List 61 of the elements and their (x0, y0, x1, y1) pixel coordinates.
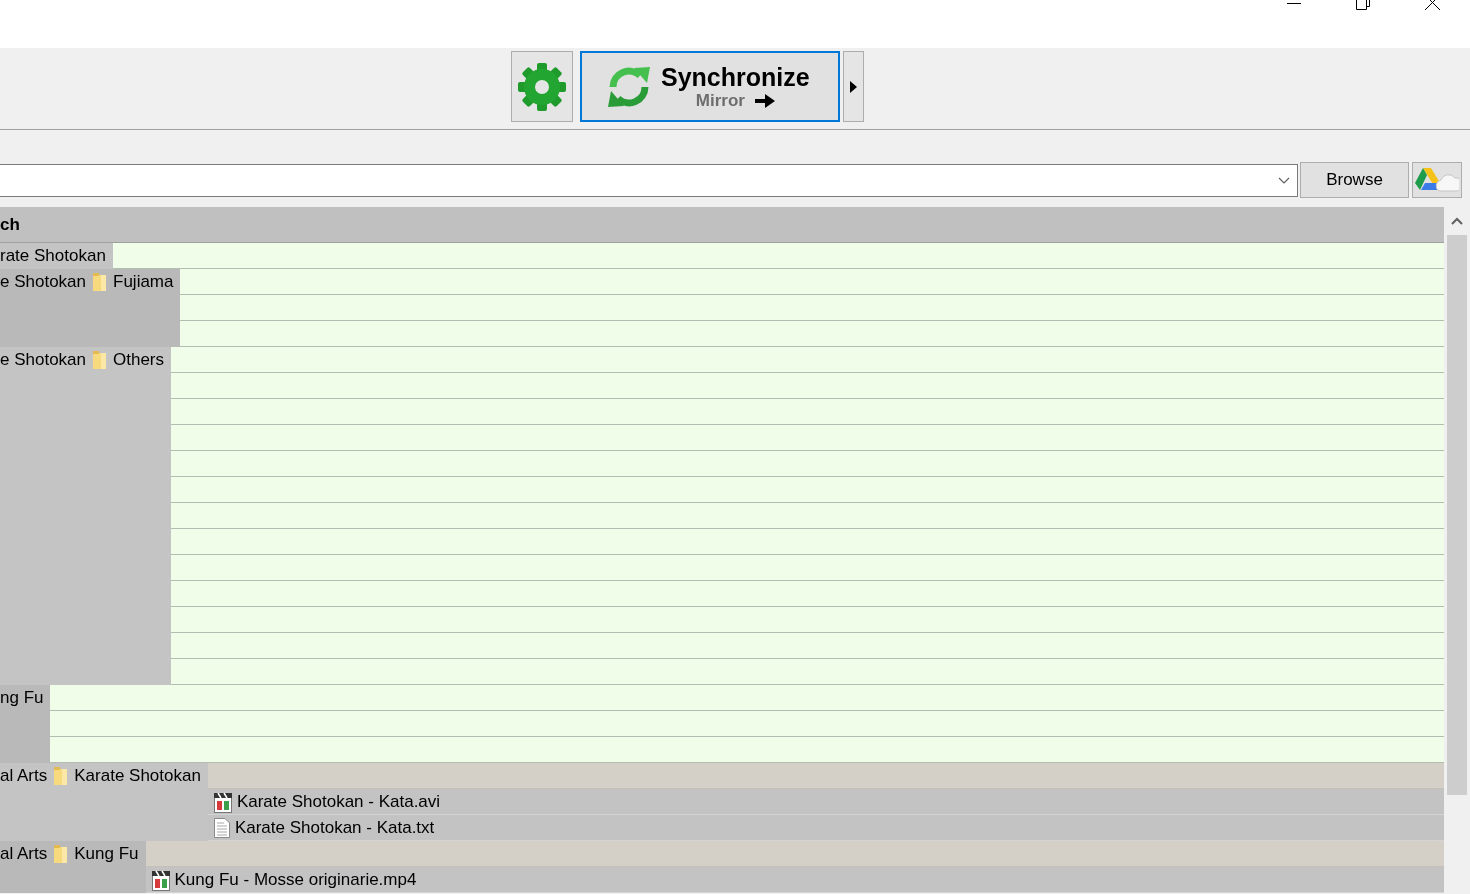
path-text: ng Fu (0, 687, 44, 710)
path-text: Kung Fu (74, 843, 139, 866)
file-row[interactable]: Karate Shotokan - Kata.avi (207, 789, 1444, 815)
options-button[interactable] (843, 51, 864, 122)
file-name: Karate Shotokan - Kata.avi (236, 790, 441, 813)
empty-row[interactable] (171, 581, 1444, 607)
text-file-icon (212, 816, 231, 839)
empty-row[interactable] (50, 685, 1444, 711)
cloud-icon (1415, 166, 1459, 194)
empty-row[interactable] (171, 347, 1444, 373)
close-icon[interactable] (1425, 0, 1440, 10)
video-file-icon (212, 790, 233, 813)
minimize-icon[interactable] (1287, 0, 1301, 5)
empty-row[interactable] (171, 633, 1444, 659)
path-text: Others (113, 349, 165, 372)
empty-row[interactable] (171, 399, 1444, 425)
empty-row[interactable] (171, 373, 1444, 399)
path-text: e Shotokan (0, 349, 86, 372)
chevron-down-icon[interactable] (1278, 176, 1290, 184)
empty-row[interactable] (171, 425, 1444, 451)
path-text: Fujiama (113, 271, 174, 294)
folder-icon (54, 767, 68, 785)
restore-icon[interactable] (1356, 0, 1370, 10)
scrollbar-thumb[interactable] (1447, 235, 1467, 795)
cloud-button[interactable] (1412, 162, 1462, 198)
empty-row[interactable] (180, 321, 1444, 347)
path-text: e Shotokan (0, 271, 86, 294)
folder-path-field[interactable] (0, 163, 1298, 197)
settings-button[interactable] (511, 51, 573, 122)
empty-row[interactable] (180, 295, 1444, 321)
right-arrow-icon (754, 93, 775, 108)
column-header: ch (0, 207, 1444, 243)
caret-icon (850, 80, 857, 93)
empty-row[interactable] (180, 269, 1444, 295)
folder-icon (54, 845, 68, 863)
folder-row[interactable] (207, 763, 1444, 789)
file-name: Kung Fu - Mosse originarie.mp4 (174, 868, 417, 891)
browse-button[interactable]: Browse (1300, 162, 1409, 198)
gear-icon (517, 61, 567, 112)
empty-row[interactable] (171, 451, 1444, 477)
file-row[interactable]: Karate Shotokan - Kata.txt (207, 815, 1444, 841)
empty-row[interactable] (171, 477, 1444, 503)
scroll-up-icon[interactable] (1451, 217, 1463, 225)
synchronize-button[interactable]: Synchronize Mirror (580, 51, 840, 122)
empty-row[interactable] (171, 607, 1444, 633)
empty-row[interactable] (171, 529, 1444, 555)
empty-row[interactable] (50, 711, 1444, 737)
empty-row[interactable] (50, 737, 1444, 763)
path-text: Karate Shotokan (74, 765, 201, 788)
path-text: al Arts (0, 765, 48, 788)
folder-icon (93, 351, 106, 369)
empty-row[interactable] (171, 555, 1444, 581)
file-row[interactable]: Kung Fu - Mosse originarie.mp4 (145, 867, 1444, 893)
empty-row[interactable] (171, 503, 1444, 529)
path-text: rate Shotokan (0, 245, 106, 268)
video-file-icon (150, 868, 171, 891)
path-text: al Arts (0, 843, 48, 866)
folder-row[interactable] (145, 841, 1444, 867)
file-name: Karate Shotokan - Kata.txt (234, 816, 435, 839)
empty-row[interactable] (171, 659, 1444, 685)
folder-icon (93, 273, 106, 291)
